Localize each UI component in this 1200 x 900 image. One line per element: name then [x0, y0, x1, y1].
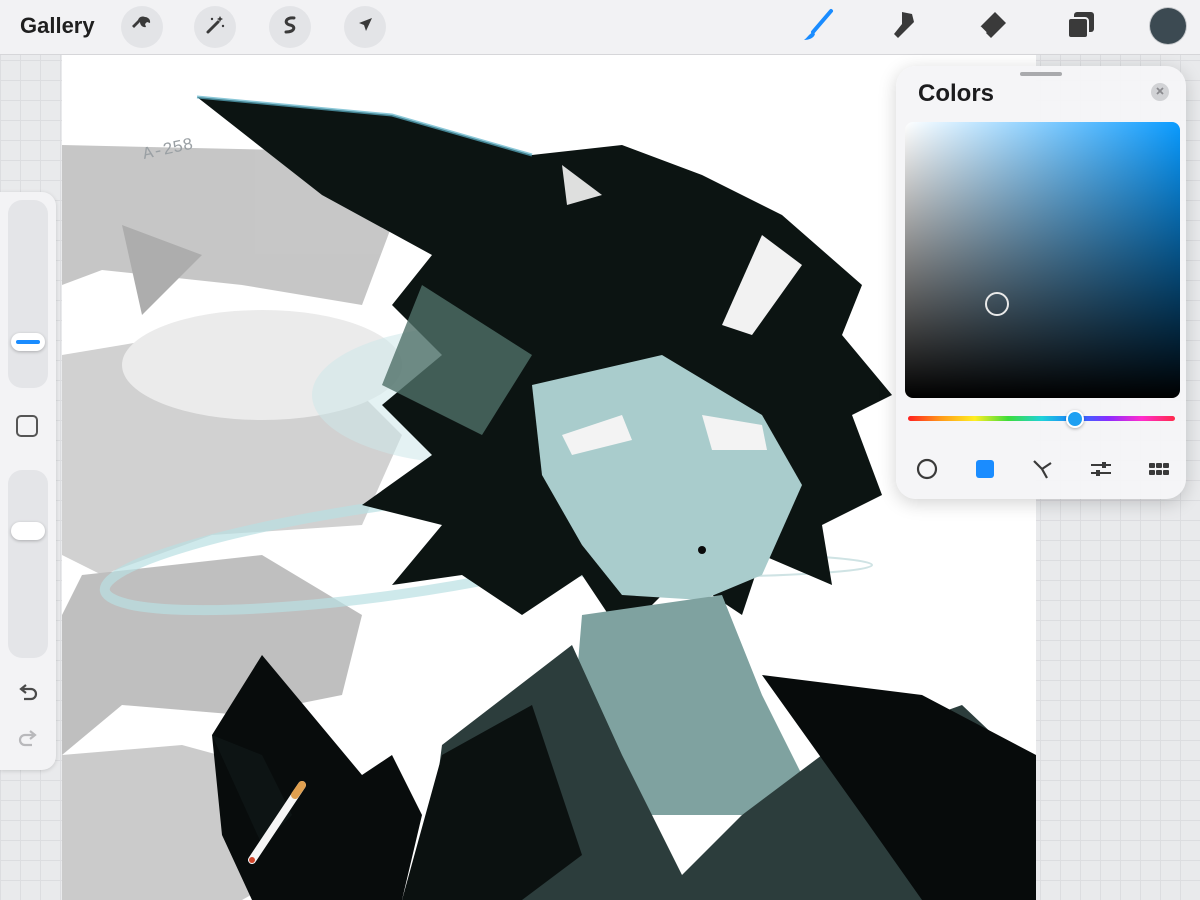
- value-mode-button[interactable]: [1089, 459, 1113, 483]
- palettes-mode-icon: [1147, 457, 1171, 486]
- layers-icon: [1064, 8, 1098, 47]
- classic-mode-button[interactable]: [973, 459, 997, 483]
- left-sidebar: [0, 192, 56, 770]
- selection-icon: [279, 14, 301, 41]
- gallery-button[interactable]: Gallery: [20, 13, 95, 39]
- character-body: [402, 595, 1036, 900]
- colors-panel: Colors: [896, 66, 1186, 499]
- hue-slider[interactable]: [908, 416, 1175, 421]
- color-picker-handle[interactable]: [985, 292, 1009, 316]
- transform-arrow-icon: [354, 14, 376, 41]
- colors-panel-title: Colors: [918, 80, 995, 107]
- color-saturation-field[interactable]: [905, 122, 1180, 398]
- redo-icon: [17, 727, 39, 754]
- disc-mode-icon: [915, 457, 939, 486]
- classic-mode-icon: [973, 457, 997, 486]
- redo-button[interactable]: [16, 728, 40, 752]
- actions-button[interactable]: [121, 6, 163, 48]
- eraser-tool-button[interactable]: [972, 8, 1012, 46]
- disc-mode-button[interactable]: [915, 457, 939, 486]
- undo-button[interactable]: [16, 682, 40, 706]
- eraser-icon: [975, 8, 1009, 47]
- hue-slider-knob[interactable]: [1066, 410, 1084, 428]
- value-mode-icon: [1089, 457, 1113, 486]
- artwork: A-258: [62, 95, 1036, 900]
- drawing-canvas[interactable]: A-258: [62, 55, 1036, 900]
- brush-tool-button[interactable]: [798, 8, 838, 46]
- transform-button[interactable]: [344, 6, 386, 48]
- smudge-tool-button[interactable]: [885, 8, 925, 46]
- brush-icon: [801, 8, 835, 47]
- brush-size-thumb[interactable]: [11, 333, 45, 351]
- magic-wand-icon: [204, 14, 226, 41]
- adjustments-button[interactable]: [194, 6, 236, 48]
- opacity-slider[interactable]: [8, 470, 48, 658]
- selection-button[interactable]: [269, 6, 311, 48]
- opacity-thumb[interactable]: [11, 522, 45, 540]
- harmony-mode-button[interactable]: [1031, 459, 1055, 483]
- brush-size-slider[interactable]: [8, 200, 48, 388]
- close-icon: [1155, 83, 1165, 101]
- layers-button[interactable]: [1061, 8, 1101, 46]
- current-color-button[interactable]: [1150, 8, 1186, 44]
- brush-size-indicator: [16, 340, 40, 344]
- close-panel-button[interactable]: [1151, 83, 1169, 101]
- modify-square-icon[interactable]: [16, 415, 38, 437]
- top-toolbar: Gallery: [0, 0, 1200, 55]
- undo-icon: [17, 681, 39, 708]
- smudge-icon: [888, 8, 922, 47]
- panel-grabber[interactable]: [1020, 72, 1062, 76]
- palettes-mode-button[interactable]: [1147, 459, 1171, 483]
- harmony-mode-icon: [1031, 457, 1055, 486]
- wrench-icon: [131, 14, 153, 41]
